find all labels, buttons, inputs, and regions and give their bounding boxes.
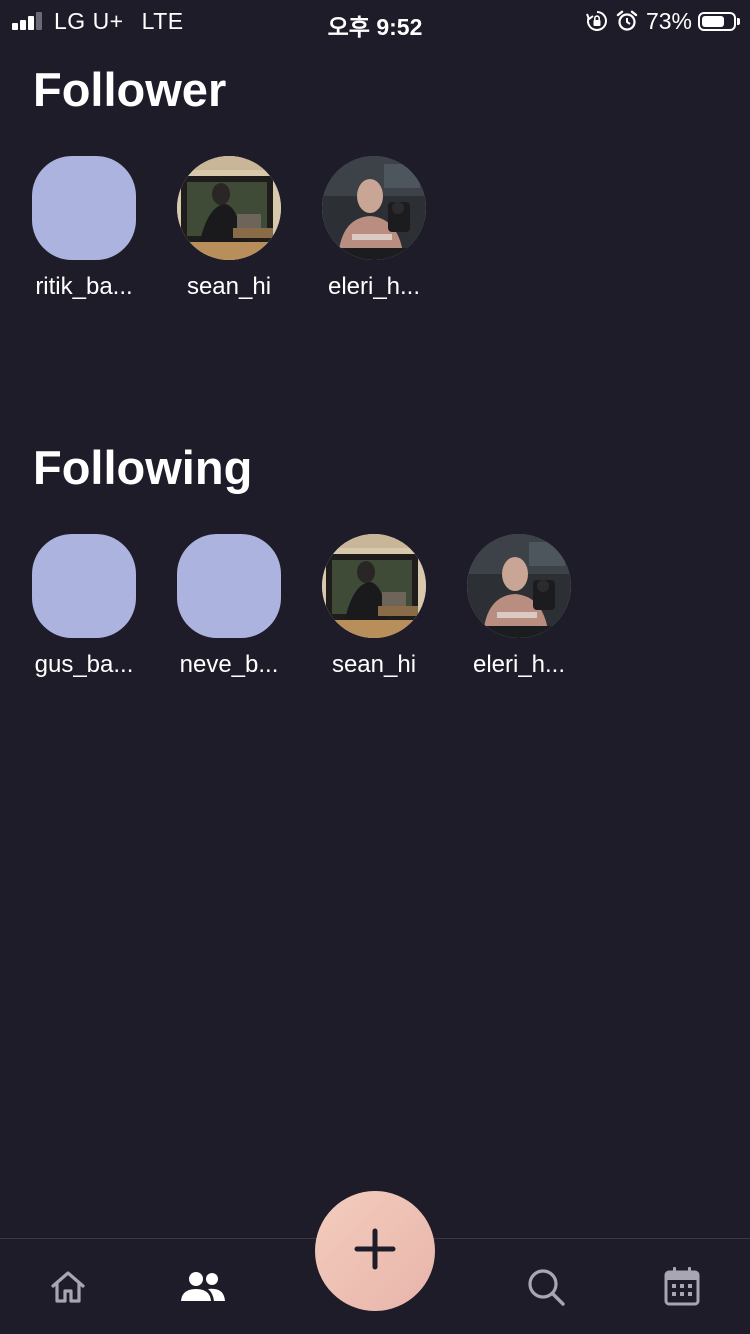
username: gus_ba... [34,651,134,678]
avatar-placeholder[interactable] [177,534,281,638]
avatar-photo-man[interactable] [322,156,426,260]
following-item[interactable]: eleri_h... [467,534,571,679]
following-section-title: Following [33,441,253,494]
home-icon [48,1267,88,1312]
nav-home-button[interactable] [44,1265,92,1313]
username: eleri_h... [472,651,566,678]
nav-calendar-button[interactable] [658,1265,706,1313]
avatar-placeholder[interactable] [32,534,136,638]
username: eleri_h... [327,273,421,300]
follower-list: ritik_ba... sean_hi eleri_h... [32,156,467,301]
follower-item[interactable]: sean_hi [177,156,281,301]
following-list: gus_ba... neve_b... sean_hi eleri_h... [32,534,612,679]
username: neve_b... [179,651,279,678]
follower-section-title: Follower [33,63,227,116]
alarm-icon [616,10,638,32]
avatar-photo-room[interactable] [322,534,426,638]
people-icon [178,1267,228,1312]
friends-screen: LG U+ LTE 오후 9:52 73% Follower ritik_ba.… [0,0,750,1334]
calendar-icon [662,1266,702,1313]
avatar-photo-room[interactable] [177,156,281,260]
following-item[interactable]: neve_b... [177,534,281,679]
battery-icon [698,11,740,31]
username: sean_hi [186,273,272,300]
following-item[interactable]: sean_hi [322,534,426,679]
avatar-placeholder[interactable] [32,156,136,260]
plus-icon [353,1227,397,1276]
nav-search-button[interactable] [522,1265,570,1313]
search-icon [525,1266,567,1313]
battery-fill [702,15,724,27]
rotation-lock-icon [586,10,608,32]
username: ritik_ba... [35,273,133,300]
avatar-photo-man[interactable] [467,534,571,638]
status-right: 73% [586,7,740,34]
follower-item[interactable]: eleri_h... [322,156,426,301]
username: sean_hi [331,651,417,678]
battery-percent: 73% [645,7,692,34]
nav-friends-button[interactable] [177,1265,229,1313]
status-bar: LG U+ LTE 오후 9:52 73% [0,0,750,42]
add-button[interactable] [315,1191,435,1311]
following-item[interactable]: gus_ba... [32,534,136,679]
follower-item[interactable]: ritik_ba... [32,156,136,301]
